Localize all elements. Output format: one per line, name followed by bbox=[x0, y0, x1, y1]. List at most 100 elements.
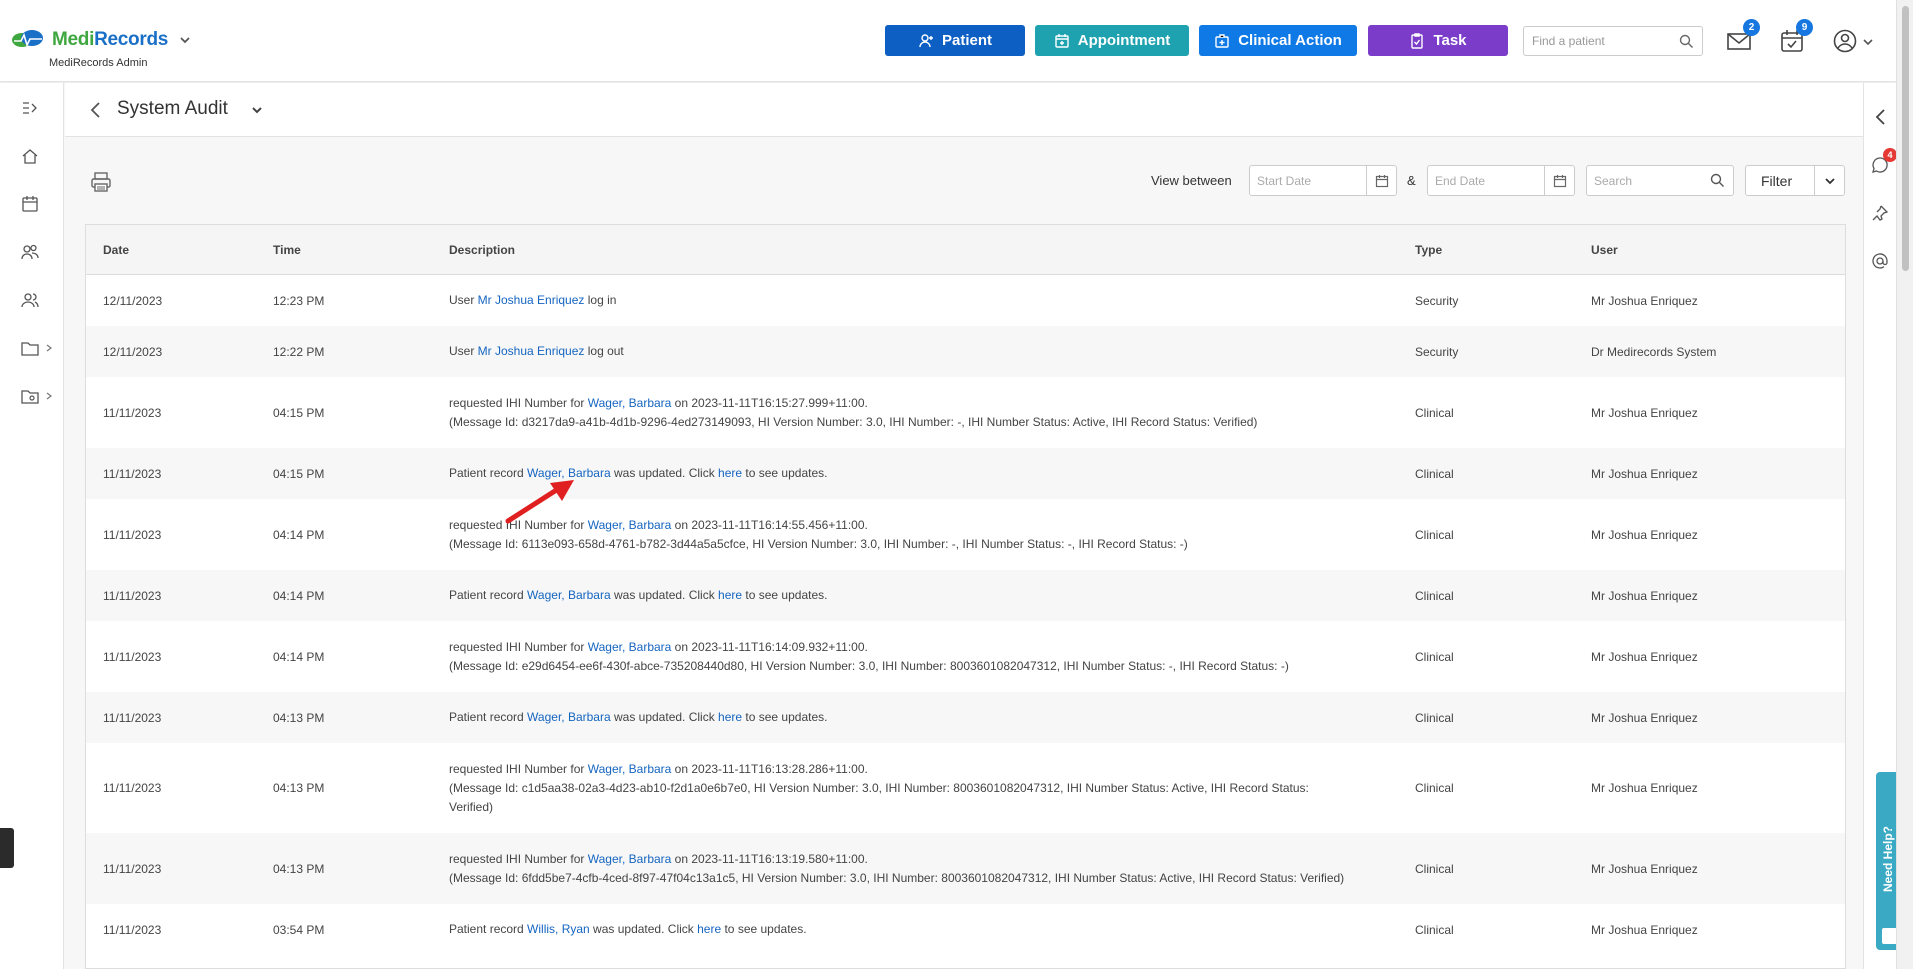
side-drawer-toggle[interactable] bbox=[0, 828, 14, 868]
find-patient-input[interactable] bbox=[1524, 27, 1669, 55]
pin-icon bbox=[1872, 205, 1889, 221]
brand-name: MediRecords bbox=[52, 29, 168, 51]
row-description: requested IHI Number for Wager, Barbara … bbox=[449, 638, 1379, 676]
chevron-down-icon[interactable] bbox=[178, 33, 192, 47]
table-row[interactable]: 11/11/2023 04:13 PM Patient record Wager, … bbox=[86, 692, 1845, 743]
audit-search-input[interactable] bbox=[1587, 166, 1705, 195]
column-header-date[interactable]: Date bbox=[103, 243, 129, 257]
table-row[interactable]: 11/11/2023 04:14 PM requested IHI Number f… bbox=[86, 499, 1845, 570]
column-header-user[interactable]: User bbox=[1591, 243, 1618, 257]
start-date-field bbox=[1249, 165, 1397, 196]
top-header: MediRecords MediRecords Admin Patient Ap… bbox=[0, 0, 1896, 82]
notifications-button[interactable]: 4 bbox=[1871, 148, 1897, 176]
mentions-button[interactable] bbox=[1871, 252, 1891, 272]
tasks-inbox-button[interactable]: 9 bbox=[1779, 19, 1813, 56]
clinical-action-button[interactable]: Clinical Action bbox=[1199, 25, 1357, 56]
table-row[interactable]: 11/11/2023 04:13 PM requested IHI Number f… bbox=[86, 833, 1845, 904]
appointment-button[interactable]: Appointment bbox=[1035, 25, 1189, 56]
table-row[interactable]: 12/11/2023 12:23 PM User Mr Joshua Enrique… bbox=[86, 275, 1845, 326]
description-text: Patient record bbox=[449, 922, 528, 936]
description-link[interactable]: Wager, Barbara bbox=[527, 466, 611, 480]
brand-logo-link[interactable]: MediRecords bbox=[10, 28, 192, 52]
sidebar-item-clinicians[interactable] bbox=[21, 243, 43, 265]
patient-button[interactable]: Patient bbox=[885, 25, 1025, 56]
description-link[interactable]: here bbox=[718, 588, 742, 602]
description-line: requested IHI Number for Wager, Barbara … bbox=[449, 850, 1379, 869]
clinical-action-button-label: Clinical Action bbox=[1238, 32, 1342, 49]
row-user: Mr Joshua Enriquez bbox=[1591, 467, 1698, 481]
description-link[interactable]: Wager, Barbara bbox=[588, 640, 672, 654]
description-text: was updated. Click bbox=[610, 710, 719, 724]
patient-button-label: Patient bbox=[941, 32, 992, 49]
pinned-button[interactable] bbox=[1871, 204, 1891, 224]
row-type: Clinical bbox=[1415, 467, 1454, 481]
people-icon bbox=[21, 293, 39, 308]
description-line: (Message Id: c1d5aa38-02a3-4d23-ab10-f2d… bbox=[449, 779, 1379, 798]
row-user: Mr Joshua Enriquez bbox=[1591, 781, 1698, 795]
description-link[interactable]: Wager, Barbara bbox=[527, 710, 611, 724]
description-text: requested IHI Number for bbox=[449, 852, 588, 866]
scrollbar-thumb[interactable] bbox=[1902, 6, 1909, 271]
row-user: Mr Joshua Enriquez bbox=[1591, 711, 1698, 725]
table-row[interactable]: 11/11/2023 04:13 PM requested IHI Number f… bbox=[86, 743, 1845, 833]
print-icon[interactable] bbox=[90, 171, 112, 193]
end-date-input[interactable] bbox=[1428, 166, 1540, 195]
back-arrow-icon[interactable] bbox=[89, 101, 103, 119]
description-text: (Message Id: d3217da9-a41b-4d1b-9296-4ed… bbox=[449, 415, 1258, 429]
description-link[interactable]: here bbox=[697, 922, 721, 936]
row-time: 04:14 PM bbox=[273, 528, 325, 542]
column-header-type[interactable]: Type bbox=[1415, 243, 1442, 257]
sidebar-item-documents[interactable] bbox=[21, 339, 52, 361]
table-row[interactable]: 12/11/2023 12:22 PM User Mr Joshua Enrique… bbox=[86, 326, 1845, 377]
description-text: on 2023-11-11T16:15:27.999+11:00. bbox=[671, 396, 868, 410]
description-link[interactable]: Wager, Barbara bbox=[588, 852, 672, 866]
page-scrollbar[interactable] bbox=[1896, 0, 1913, 969]
description-text: requested IHI Number for bbox=[449, 640, 588, 654]
description-link[interactable]: here bbox=[718, 710, 742, 724]
description-text: to see updates. bbox=[721, 922, 807, 936]
filter-dropdown-button[interactable] bbox=[1814, 166, 1844, 195]
table-row[interactable]: 11/11/2023 04:15 PM requested IHI Number f… bbox=[86, 377, 1845, 448]
row-type: Clinical bbox=[1415, 406, 1454, 420]
table-row[interactable]: 11/11/2023 03:54 PM Patient record Willis,… bbox=[86, 904, 1845, 955]
column-header-time[interactable]: Time bbox=[273, 243, 301, 257]
end-date-picker-button[interactable] bbox=[1544, 166, 1574, 195]
description-line: Patient record Wager, Barbara was update… bbox=[449, 586, 1379, 605]
date-range-separator: & bbox=[1407, 173, 1416, 188]
filter-select[interactable]: Filter bbox=[1745, 165, 1845, 196]
table-row[interactable]: 11/11/2023 04:15 PM Patient record Wager, … bbox=[86, 448, 1845, 499]
description-line: requested IHI Number for Wager, Barbara … bbox=[449, 394, 1379, 413]
chevron-down-icon[interactable] bbox=[250, 103, 264, 117]
user-avatar-icon bbox=[1833, 29, 1857, 53]
description-link[interactable]: Willis, Ryan bbox=[527, 922, 590, 936]
column-header-description[interactable]: Description bbox=[449, 243, 515, 257]
sidebar-item-calendar[interactable] bbox=[21, 195, 43, 217]
collapse-panel-button[interactable] bbox=[1871, 107, 1891, 127]
search-icon[interactable] bbox=[1679, 34, 1694, 49]
user-menu-button[interactable] bbox=[1832, 28, 1873, 56]
sidebar-expand-button[interactable] bbox=[21, 99, 43, 121]
description-text: requested IHI Number for bbox=[449, 518, 588, 532]
description-link[interactable]: Mr Joshua Enriquez bbox=[478, 344, 585, 358]
description-link[interactable]: Mr Joshua Enriquez bbox=[478, 293, 585, 307]
chevron-left-icon bbox=[1875, 109, 1885, 125]
description-link[interactable]: Wager, Barbara bbox=[588, 762, 672, 776]
start-date-input[interactable] bbox=[1250, 166, 1362, 195]
description-link[interactable]: here bbox=[718, 466, 742, 480]
table-row[interactable]: 11/11/2023 04:14 PM Patient record Wager, … bbox=[86, 570, 1845, 621]
table-row[interactable]: 11/11/2023 04:14 PM requested IHI Number f… bbox=[86, 621, 1845, 692]
description-link[interactable]: Wager, Barbara bbox=[588, 518, 672, 532]
messages-button[interactable]: 2 bbox=[1726, 19, 1760, 56]
description-link[interactable]: Wager, Barbara bbox=[527, 588, 611, 602]
sidebar-item-home[interactable] bbox=[21, 147, 43, 169]
search-icon[interactable] bbox=[1710, 173, 1725, 188]
task-button[interactable]: Task bbox=[1368, 25, 1508, 56]
row-description: requested IHI Number for Wager, Barbara … bbox=[449, 394, 1379, 432]
description-link[interactable]: Wager, Barbara bbox=[588, 396, 672, 410]
description-text: (Message Id: c1d5aa38-02a3-4d23-ab10-f2d… bbox=[449, 781, 1309, 795]
row-user: Mr Joshua Enriquez bbox=[1591, 650, 1698, 664]
calendar-add-icon bbox=[1055, 33, 1069, 48]
sidebar-item-patients[interactable] bbox=[21, 291, 43, 313]
start-date-picker-button[interactable] bbox=[1366, 166, 1396, 195]
sidebar-item-admin[interactable] bbox=[21, 387, 52, 409]
